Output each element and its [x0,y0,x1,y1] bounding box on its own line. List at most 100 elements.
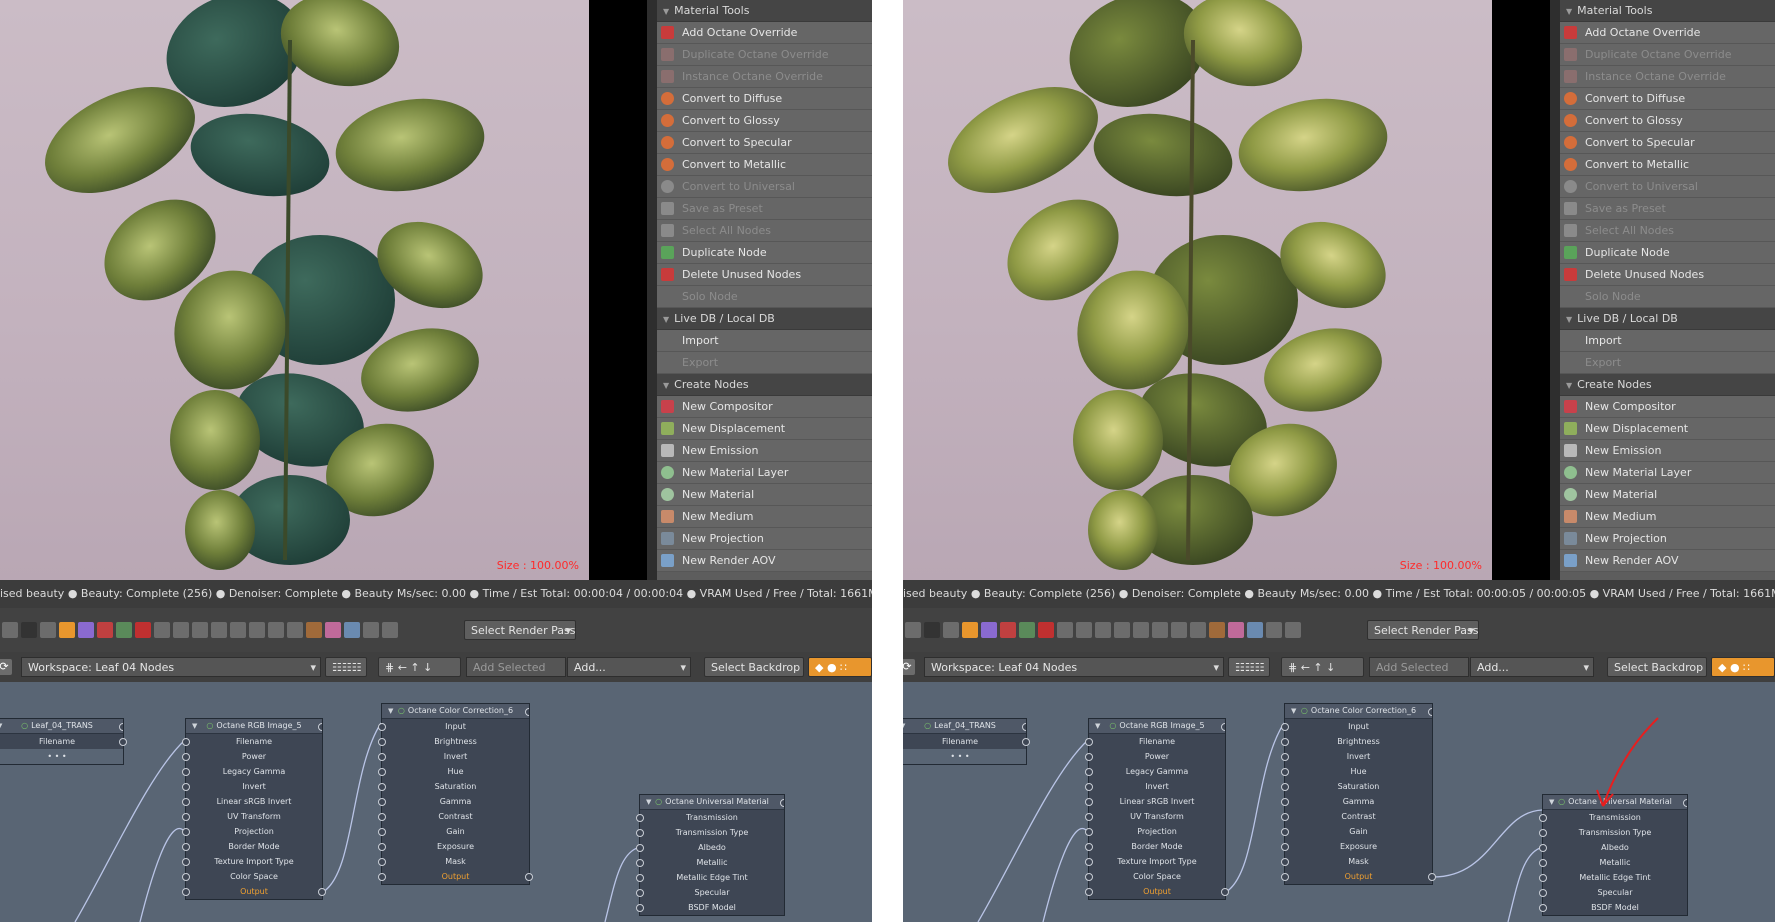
undo-icon[interactable] [2,622,18,638]
tool-item[interactable]: New Render AOV [1560,550,1775,572]
cube-icon[interactable] [1152,622,1168,638]
tool-item[interactable]: New Material [1560,484,1775,506]
tool-item[interactable]: Import [1560,330,1775,352]
node-input-row[interactable]: BSDF Model [636,900,784,915]
node-input-port[interactable] [182,843,190,851]
node-input-port[interactable] [378,768,386,776]
node-output-port[interactable] [318,888,326,896]
workspace-dropdown[interactable]: Workspace: Leaf 04 Nodes [21,657,321,678]
node-color-correction[interactable]: ▼ ○ Octane Color Correction_6 Input Brightne… [378,703,533,885]
tool-item[interactable]: Duplicate Octane Override [657,44,872,66]
view-icon[interactable] [1133,622,1149,638]
node-nav-buttons[interactable]: ⋕ ← ↑ ↓ [378,657,461,677]
world-icon[interactable] [344,622,360,638]
select-render-pass-dropdown[interactable]: Select Render Pass [1367,620,1479,641]
export-icon[interactable] [211,622,227,638]
palette-icon[interactable] [1228,622,1244,638]
node-output-port[interactable] [525,708,529,716]
tool-item[interactable]: Delete Unused Nodes [1560,264,1775,286]
grid-layout-button[interactable]: ☷☷☷ [1228,657,1270,677]
node-input-row[interactable]: Hue [378,764,529,779]
node-input-port[interactable] [182,813,190,821]
node-leaf-trans[interactable]: ▼ ○Leaf_04_TRANS Filename • • • [0,718,127,765]
tool-item[interactable]: New Emission [657,440,872,462]
color-icon[interactable] [981,622,997,638]
live-db-header[interactable]: ▼ Live DB / Local DB [657,308,872,330]
node-output-port[interactable] [525,873,533,881]
node-input-row[interactable]: Invert [182,779,322,794]
lock-icon[interactable] [962,622,978,638]
node-input-port[interactable] [378,738,386,746]
undo-icon[interactable] [905,622,921,638]
node-input-row[interactable]: UV Transform [182,809,322,824]
tool-item[interactable]: Convert to Glossy [1560,110,1775,132]
node-input-row[interactable]: Output [378,869,533,884]
node-input-row[interactable]: Saturation [378,779,529,794]
collapse-arrow-icon[interactable]: ▼ [646,795,651,809]
node-color-buttons[interactable]: ◆ ● ∷ [808,657,872,677]
palette-icon[interactable] [325,622,341,638]
node-output-port[interactable] [119,738,127,746]
file-icon[interactable] [382,622,398,638]
info-icon[interactable] [363,622,379,638]
tool-item[interactable]: Convert to Specular [1560,132,1775,154]
node-input-row[interactable]: Color Space [182,869,322,884]
tool-item[interactable]: New Projection [657,528,872,550]
node-input-port[interactable] [182,738,190,746]
node-input-row[interactable]: Invert [378,749,529,764]
node-header[interactable]: ▼ ○Leaf_04_TRANS [0,719,123,734]
af-icon[interactable] [40,622,56,638]
node-input-port[interactable] [636,904,644,912]
node-input-port[interactable] [378,858,386,866]
node-input-port[interactable] [378,753,386,761]
tool-item[interactable]: Save as Preset [1560,198,1775,220]
node-input-row[interactable]: Power [182,749,322,764]
tool-item[interactable]: New Displacement [657,418,872,440]
stop-icon[interactable] [924,622,940,638]
node-input-port[interactable] [182,858,190,866]
terminal-icon[interactable] [268,622,284,638]
node-graph-area[interactable]: ▼○Leaf_04_TRANSFilename• • • ▼○Octane RG… [0,682,872,922]
tool-item[interactable]: New Medium [1560,506,1775,528]
tool-item[interactable]: Convert to Universal [1560,176,1775,198]
grid-layout-button[interactable]: ☷☷☷ [325,657,367,677]
file-icon[interactable] [1285,622,1301,638]
node-output-port[interactable] [318,723,322,731]
node-input-row[interactable]: Input [378,719,529,734]
node-input-port[interactable] [636,814,644,822]
node-input-row[interactable]: Projection [182,824,322,839]
tool-item[interactable]: Convert to Diffuse [1560,88,1775,110]
select-backdrop-button[interactable]: Select Backdrop [1607,657,1707,677]
node-input-port[interactable] [182,828,190,836]
node-input-row[interactable]: Texture Import Type [182,854,322,869]
film-icon[interactable] [287,622,303,638]
create-nodes-header[interactable]: ▼ Create Nodes [657,374,872,396]
node-input-row[interactable]: Filename [0,734,127,749]
node-input-port[interactable] [182,873,190,881]
node-input-row[interactable]: Albedo [636,840,784,855]
tool-item[interactable]: New Material [657,484,872,506]
node-input-port[interactable] [378,873,386,881]
af-icon[interactable] [943,622,959,638]
settings-icon[interactable] [1095,622,1111,638]
node-input-row[interactable]: Legacy Gamma [182,764,322,779]
workspace-dropdown[interactable]: Workspace: Leaf 04 Nodes [924,657,1224,678]
fit-icon[interactable] [173,622,189,638]
camera-icon[interactable] [306,622,322,638]
node-input-port[interactable] [182,783,190,791]
node-input-row[interactable]: Metallic [636,855,784,870]
node-input-row[interactable]: Output [182,884,326,899]
node-input-port[interactable] [378,813,386,821]
add-selected-input[interactable]: Add Selected [466,657,566,677]
node-input-port[interactable] [182,768,190,776]
node-input-port[interactable] [378,723,386,731]
tool-item[interactable]: New Displacement [1560,418,1775,440]
material-tools-header[interactable]: ▼ Material Tools [1560,0,1775,22]
material-tools-header[interactable]: ▼ Material Tools [657,0,872,22]
tool-item[interactable]: Add Octane Override [1560,22,1775,44]
terminal-icon[interactable] [1171,622,1187,638]
node-input-port[interactable] [378,843,386,851]
view-icon[interactable] [230,622,246,638]
live-db-header[interactable]: ▼ Live DB / Local DB [1560,308,1775,330]
add-node-dropdown[interactable]: Add... [1470,657,1594,678]
